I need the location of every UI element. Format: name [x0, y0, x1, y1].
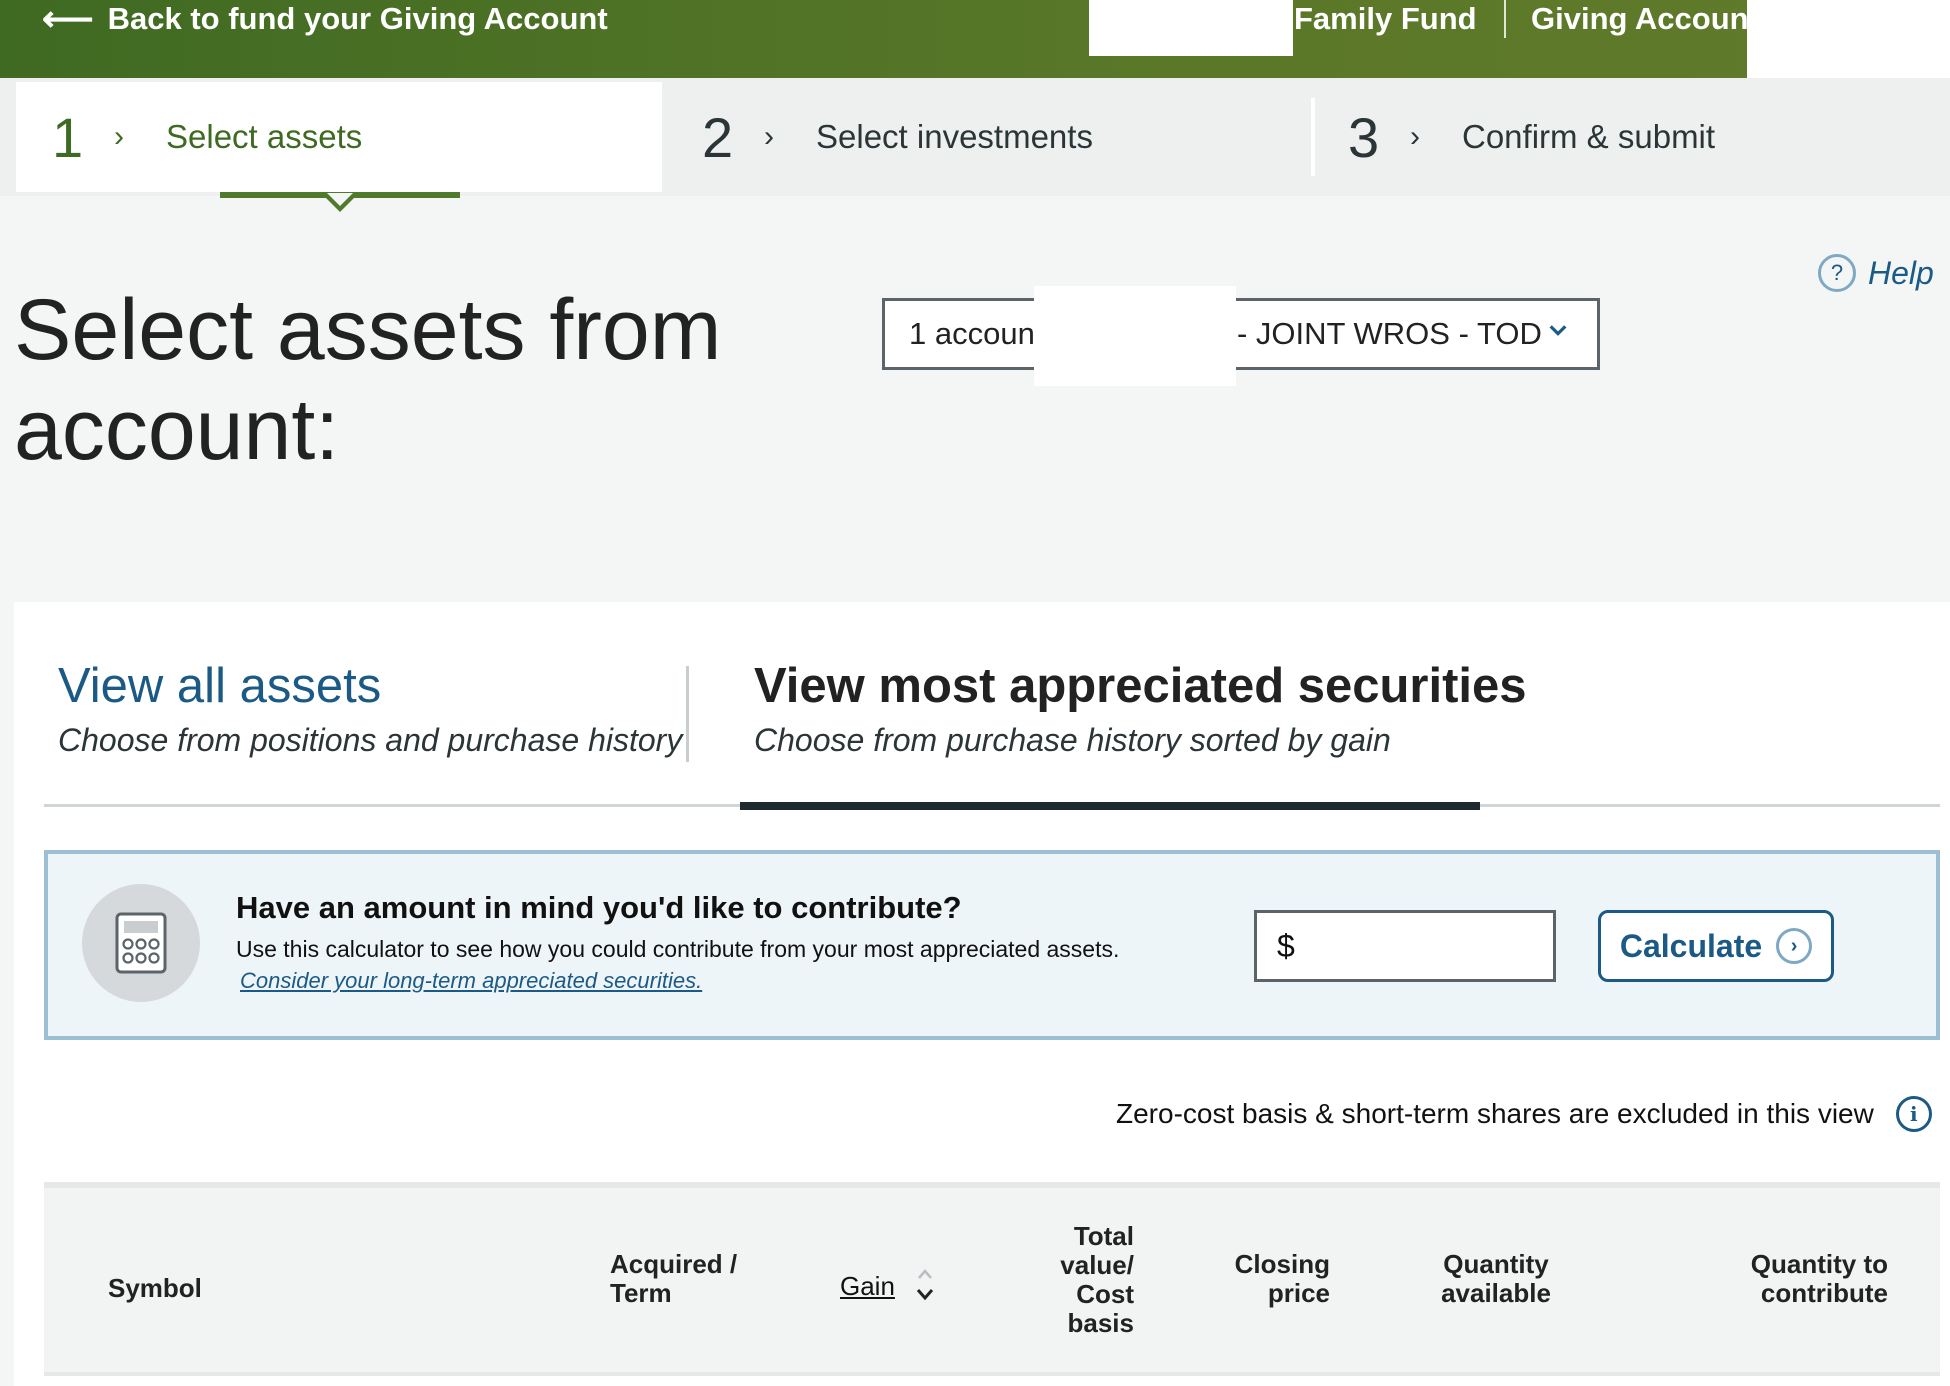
calculator-icon [82, 884, 200, 1002]
column-header-symbol: Symbol [108, 1273, 202, 1303]
step-number: 3 [1348, 105, 1380, 169]
header-line: contribute [1760, 1278, 1888, 1308]
calculator-title: Have an amount in mind you'd like to con… [236, 890, 962, 925]
tab-most-appreciated[interactable]: View most appreciated securities Choose … [754, 658, 1527, 759]
step-label: Select assets [166, 118, 363, 155]
tab-title: View all assets [58, 659, 382, 713]
gain-sort-label: Gain [840, 1270, 895, 1301]
assets-card: View all assets Choose from positions an… [14, 602, 1950, 1386]
column-header-gain[interactable]: Gain [840, 1264, 935, 1308]
calculate-button-label: Calculate [1619, 927, 1763, 964]
long-term-securities-link[interactable]: Consider your long-term appreciated secu… [240, 968, 702, 994]
header-line: Quantity to [1750, 1249, 1888, 1279]
currency-symbol: $ [1277, 927, 1295, 964]
step-confirm-submit[interactable]: 3 › Confirm & submit [1316, 82, 1946, 192]
question-icon: ? [1818, 254, 1856, 292]
info-icon[interactable]: i [1895, 1096, 1932, 1132]
step-select-investments[interactable]: 2 › Select investments [668, 82, 1308, 192]
topbar-divider [1504, 0, 1506, 38]
column-header-quantity-available: Quantity available [1426, 1250, 1566, 1308]
calculate-button[interactable]: Calculate › [1598, 910, 1834, 982]
redacted-area [1034, 286, 1236, 386]
active-tab-indicator [740, 802, 1480, 810]
account-select[interactable]: 1 account - JOINT WROS - TOD [882, 298, 1600, 370]
chevron-right-icon: › [1410, 120, 1420, 153]
header-line: Acquired / [610, 1249, 738, 1279]
header-line: Cost [1076, 1279, 1134, 1309]
tab-subtitle: Choose from purchase history sorted by g… [754, 722, 1391, 758]
calculator-description: Use this calculator to see how you could… [236, 936, 1120, 962]
step-number: 1 [52, 105, 84, 169]
header-line: value/ [1060, 1250, 1134, 1280]
help-link[interactable]: ? Help [1818, 254, 1934, 292]
header-line: available [1441, 1278, 1551, 1308]
chevron-right-icon: › [764, 120, 774, 153]
tab-separator [686, 666, 689, 762]
exclusion-note-text: Zero-cost basis & short-term shares are … [1116, 1098, 1874, 1129]
chevron-right-circle-icon: › [1776, 928, 1813, 964]
exclusion-note: Zero-cost basis & short-term shares are … [1116, 1096, 1932, 1132]
arrow-left-icon: ⟵ [42, 0, 94, 39]
column-header-total-value: Total value/ Cost basis [1034, 1222, 1134, 1338]
column-header-acquired: Acquired / Term [610, 1250, 737, 1308]
header-line: Term [610, 1278, 672, 1308]
tab-view-all-assets[interactable]: View all assets Choose from positions an… [58, 658, 682, 759]
active-step-notch-inner [327, 193, 353, 206]
help-label: Help [1868, 254, 1934, 291]
account-select-value-end: - JOINT WROS - TOD [1237, 316, 1542, 351]
tab-title: View most appreciated securities [754, 659, 1527, 713]
page-title: Select assets from account: [14, 282, 722, 478]
redacted-area [1089, 0, 1293, 56]
column-header-quantity-to-contribute: Quantity to contribute [1708, 1250, 1888, 1308]
progress-stepper: 1 › Select assets 2 › Select investments… [0, 78, 1950, 196]
chevron-down-icon [1549, 325, 1567, 336]
amount-field[interactable]: $ [1254, 910, 1556, 982]
account-select-value-start: 1 account [909, 316, 1044, 351]
back-link-label: Back to fund your Giving Account [107, 1, 608, 36]
header-line: basis [1067, 1308, 1135, 1338]
step-number: 2 [702, 105, 734, 169]
amount-input[interactable] [1304, 927, 1535, 965]
tab-subtitle: Choose from positions and purchase histo… [58, 722, 683, 758]
fund-name[interactable]: Family Fund [1294, 0, 1477, 38]
header-line: price [1267, 1278, 1330, 1308]
step-label: Confirm & submit [1462, 118, 1716, 155]
header-line: Quantity [1443, 1249, 1549, 1279]
back-to-fund-link[interactable]: ⟵ Back to fund your Giving Account [42, 0, 608, 38]
redacted-area [1747, 0, 1950, 78]
step-label: Select investments [816, 118, 1093, 155]
table-header: Symbol Acquired / Term Gain Total value/… [44, 1182, 1940, 1376]
header-line: Total [1073, 1221, 1134, 1251]
chevron-right-icon: › [114, 120, 124, 153]
top-navigation-bar: ⟵ Back to fund your Giving Account Famil… [0, 0, 1950, 78]
column-header-closing-price: Closing price [1212, 1250, 1330, 1308]
header-line: Closing [1234, 1249, 1330, 1279]
giving-account-link[interactable]: Giving Account [1531, 0, 1749, 38]
contribution-calculator: Have an amount in mind you'd like to con… [44, 850, 1940, 1040]
step-divider [1311, 98, 1315, 176]
sort-icon [916, 1269, 934, 1301]
step-select-assets[interactable]: 1 › Select assets [16, 82, 662, 192]
